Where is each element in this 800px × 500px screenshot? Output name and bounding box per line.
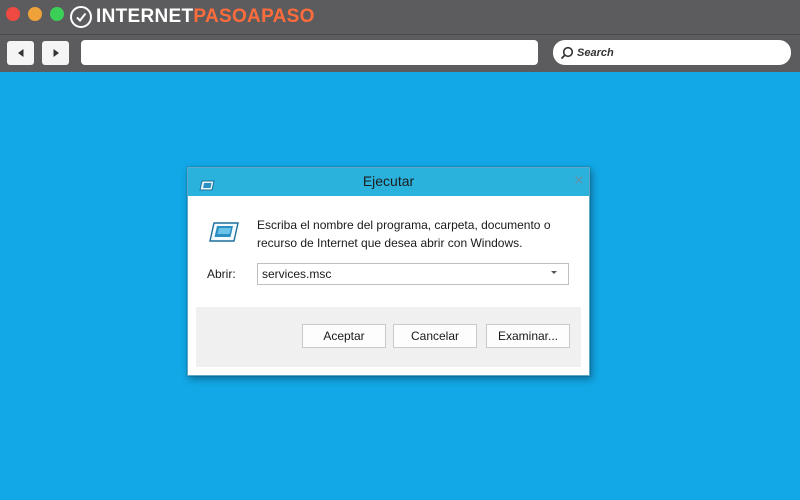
forward-button[interactable]: [42, 41, 69, 65]
window-minimize-dot[interactable]: [28, 7, 42, 21]
back-button[interactable]: [7, 41, 34, 65]
description-line-1: Escriba el nombre del programa, carpeta,…: [257, 218, 551, 232]
chevron-down-icon[interactable]: [551, 271, 557, 274]
open-combobox[interactable]: [257, 263, 569, 285]
dialog-titlebar[interactable]: Ejecutar ×: [188, 168, 589, 196]
brand-wordmark-part1: INTERNET: [96, 6, 194, 27]
run-program-icon: [208, 221, 240, 247]
arrow-right-icon: [53, 49, 59, 57]
dialog-description: Escriba el nombre del programa, carpeta,…: [257, 216, 577, 252]
run-dialog: Ejecutar × Escriba el nombre del program…: [187, 167, 590, 376]
browser-titlebar: INTERNETPASOAPASO: [0, 0, 800, 35]
open-label: Abrir:: [207, 267, 236, 281]
brand-wordmark: INTERNETPASOAPASO: [96, 6, 315, 28]
window-close-dot[interactable]: [6, 7, 20, 21]
cancel-button[interactable]: Cancelar: [393, 324, 477, 348]
ok-button[interactable]: Aceptar: [302, 324, 386, 348]
browse-button[interactable]: Examinar...: [486, 324, 570, 348]
description-line-2: recurso de Internet que desea abrir con …: [257, 236, 523, 250]
arrow-left-icon: [17, 49, 23, 57]
browser-toolbar: Search: [0, 35, 800, 72]
open-input[interactable]: [258, 264, 548, 284]
brand-mark-icon: [70, 6, 92, 28]
brand-logo: INTERNETPASOAPASO: [70, 5, 315, 29]
dialog-title: Ejecutar: [362, 173, 415, 189]
dialog-button-area: Aceptar Cancelar Examinar...: [196, 307, 581, 367]
window-maximize-dot[interactable]: [50, 7, 64, 21]
search-box[interactable]: Search: [553, 40, 791, 65]
brand-wordmark-part2: PASOAPASO: [193, 6, 315, 27]
close-icon[interactable]: ×: [573, 172, 585, 190]
magnifier-icon: [560, 46, 574, 59]
search-label: Search: [577, 46, 614, 59]
address-bar[interactable]: [81, 40, 538, 65]
